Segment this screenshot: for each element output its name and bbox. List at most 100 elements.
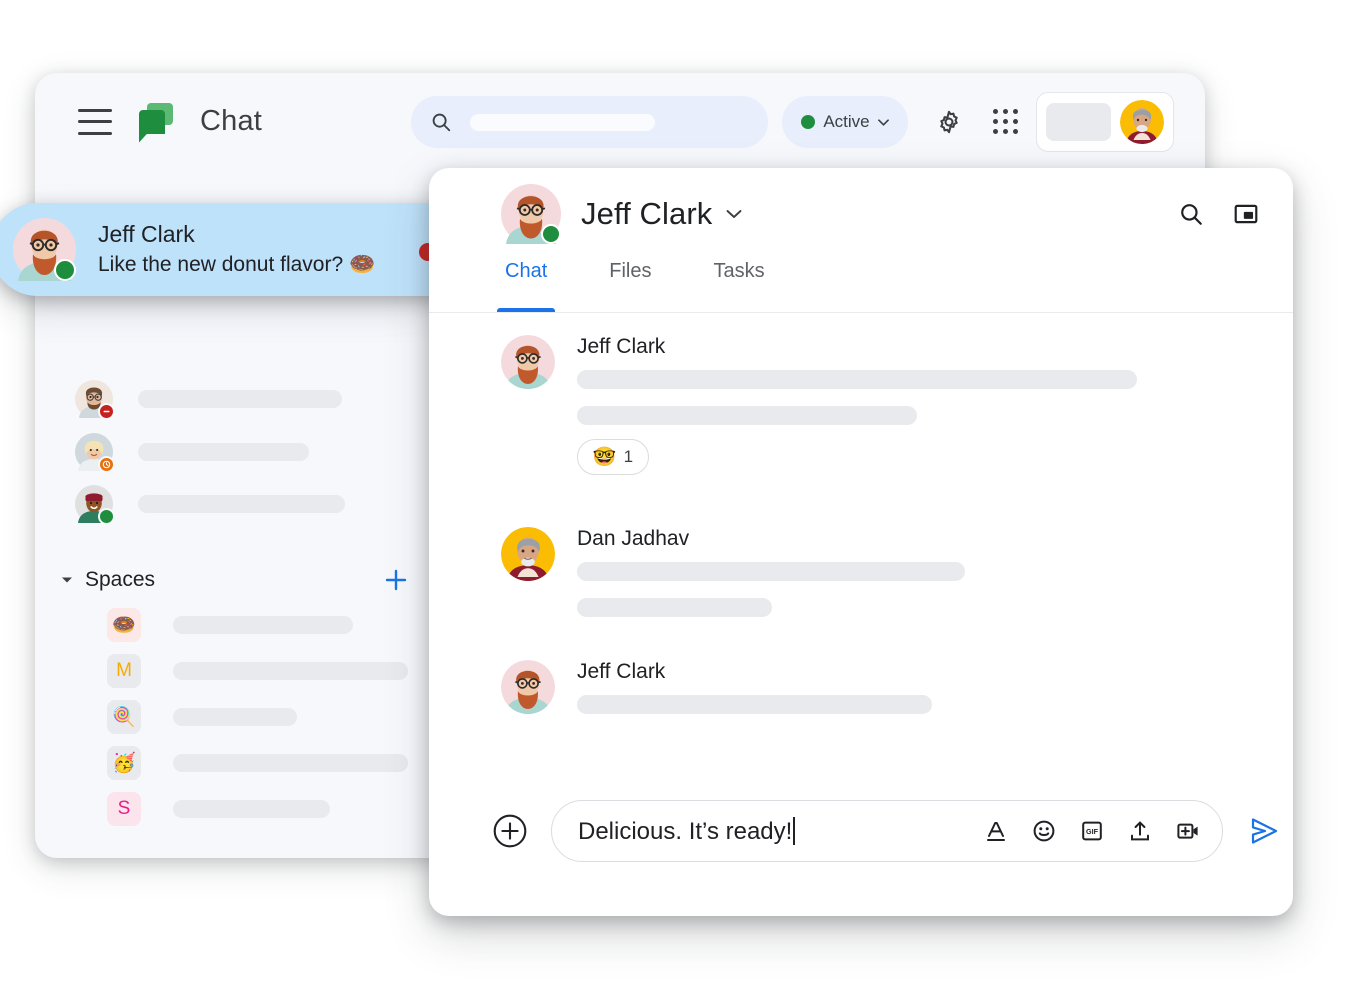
format-text-icon[interactable] <box>984 819 1008 843</box>
list-item[interactable]: S <box>107 792 330 826</box>
list-item-placeholder <box>173 708 297 726</box>
search-icon[interactable] <box>1178 201 1204 227</box>
apps-grid-dot <box>993 129 998 134</box>
profile-chip[interactable] <box>1036 92 1174 152</box>
apps-grid-dot <box>1003 119 1008 124</box>
caret-down-icon <box>62 577 72 583</box>
space-avatar: 🍩 <box>107 608 141 642</box>
svg-text:GIF: GIF <box>1086 827 1099 836</box>
google-chat-logo-icon <box>136 101 178 143</box>
apps-grid-dot <box>1013 119 1018 124</box>
conversation-header-actions <box>1178 201 1259 227</box>
reaction-count: 1 <box>623 447 634 466</box>
message-body: Jeff Clark <box>577 660 932 714</box>
message-row: Dan Jadhav <box>501 527 965 617</box>
avatar <box>75 433 115 473</box>
list-item[interactable] <box>75 380 342 420</box>
tab-chat[interactable]: Chat <box>496 260 556 312</box>
profile-name-placeholder <box>1046 103 1111 141</box>
tab-tasks[interactable]: Tasks <box>709 260 768 312</box>
conversation-item-text: Jeff Clark Like the new donut flavor? 🍩 <box>98 220 375 279</box>
conversation-name: Jeff Clark <box>98 220 195 247</box>
donut-icon: 🍩 <box>112 615 136 636</box>
hamburger-menu-icon[interactable] <box>78 108 112 135</box>
conversation-preview: Like the new donut flavor? 🍩 <box>98 252 376 276</box>
google-apps-button[interactable] <box>993 109 1019 135</box>
presence-active-icon <box>98 508 115 525</box>
conversation-list-item-selected[interactable]: Jeff Clark Like the new donut flavor? 🍩 <box>0 203 478 296</box>
avatar[interactable] <box>1120 100 1164 144</box>
message-text-placeholder <box>577 598 772 617</box>
composer-tools: GIF <box>984 819 1200 843</box>
search-input[interactable] <box>470 113 655 131</box>
status-label: Active <box>823 112 870 131</box>
search-bar[interactable] <box>411 96 768 148</box>
message-text-placeholder <box>577 695 932 714</box>
jeff-avatar-icon <box>501 660 555 714</box>
avatar <box>75 380 115 420</box>
plus-circle-icon[interactable] <box>493 814 527 848</box>
open-in-new-window-icon[interactable] <box>1233 201 1259 227</box>
apps-grid-dot <box>1003 109 1008 114</box>
message-body: Dan Jadhav <box>577 527 965 617</box>
add-video-icon[interactable] <box>1176 819 1200 843</box>
search-icon <box>432 113 451 132</box>
presence-active-icon <box>541 224 561 244</box>
message-body: Jeff Clark 🤓 1 <box>577 335 1137 475</box>
list-item-placeholder <box>138 495 345 513</box>
avatar <box>75 485 115 525</box>
list-item[interactable]: 🍩 <box>107 608 353 642</box>
sidebar-section-spaces[interactable]: Spaces <box>35 565 430 595</box>
conversation-title: Jeff Clark <box>581 196 713 231</box>
party-face-icon: 🥳 <box>112 753 136 774</box>
chevron-down-icon <box>877 118 889 126</box>
tab-files[interactable]: Files <box>605 260 655 312</box>
presence-status-selector[interactable]: Active <box>782 96 908 148</box>
list-item-placeholder <box>173 800 330 818</box>
conversation-tabs: Chat Files Tasks <box>429 260 1293 313</box>
list-item-placeholder <box>173 662 408 680</box>
message-author: Dan Jadhav <box>577 527 690 550</box>
text-cursor <box>793 816 796 845</box>
settings-button[interactable] <box>936 109 962 135</box>
space-letter: M <box>116 660 132 681</box>
message-input-value: Delicious. It’s ready! <box>578 817 793 845</box>
dan-avatar-icon <box>501 527 555 581</box>
list-item[interactable] <box>75 433 309 473</box>
list-item-placeholder <box>138 443 309 461</box>
screenshot-root: Chat Active Spaces 🍩 M 🍭 🥳 S Jeff Clark … <box>0 0 1368 1001</box>
send-icon[interactable] <box>1248 815 1280 847</box>
list-item[interactable] <box>75 485 345 525</box>
list-item[interactable]: 🍭 <box>107 700 297 734</box>
presence-dnd-icon <box>98 403 115 420</box>
nerd-face-icon: 🤓 <box>592 446 617 468</box>
message-row: Jeff Clark <box>501 660 932 714</box>
presence-away-icon <box>98 456 115 473</box>
list-item[interactable]: 🥳 <box>107 746 408 780</box>
message-input[interactable]: Delicious. It’s ready! <box>578 816 796 846</box>
list-item-placeholder <box>173 754 408 772</box>
apps-grid-dot <box>1013 109 1018 114</box>
message-input-wrapper[interactable]: Delicious. It’s ready! GIF <box>551 800 1223 862</box>
jeff-avatar-icon <box>501 335 555 389</box>
new-space-plus-icon[interactable] <box>384 568 408 592</box>
status-dot-icon <box>801 115 816 129</box>
conversation-header: Jeff Clark <box>429 168 1293 260</box>
emoji-icon[interactable] <box>1032 819 1056 843</box>
app-top-bar: Chat Active <box>35 73 1205 170</box>
gear-icon <box>940 110 958 134</box>
chevron-down-icon[interactable] <box>726 209 742 219</box>
message-author: Jeff Clark <box>577 660 666 683</box>
user-avatar-icon <box>1120 100 1164 144</box>
sidebar-section-title: Spaces <box>85 568 156 591</box>
gif-icon[interactable]: GIF <box>1080 819 1104 843</box>
list-item[interactable]: M <box>107 654 408 688</box>
apps-grid-dot <box>993 119 998 124</box>
app-title: Chat <box>200 105 263 137</box>
message-row: Jeff Clark 🤓 1 <box>501 335 1137 475</box>
upload-icon[interactable] <box>1128 819 1152 843</box>
space-avatar: M <box>107 654 141 688</box>
message-reaction-chip[interactable]: 🤓 1 <box>577 439 649 475</box>
space-avatar: 🍭 <box>107 700 141 734</box>
presence-active-icon <box>54 259 76 281</box>
